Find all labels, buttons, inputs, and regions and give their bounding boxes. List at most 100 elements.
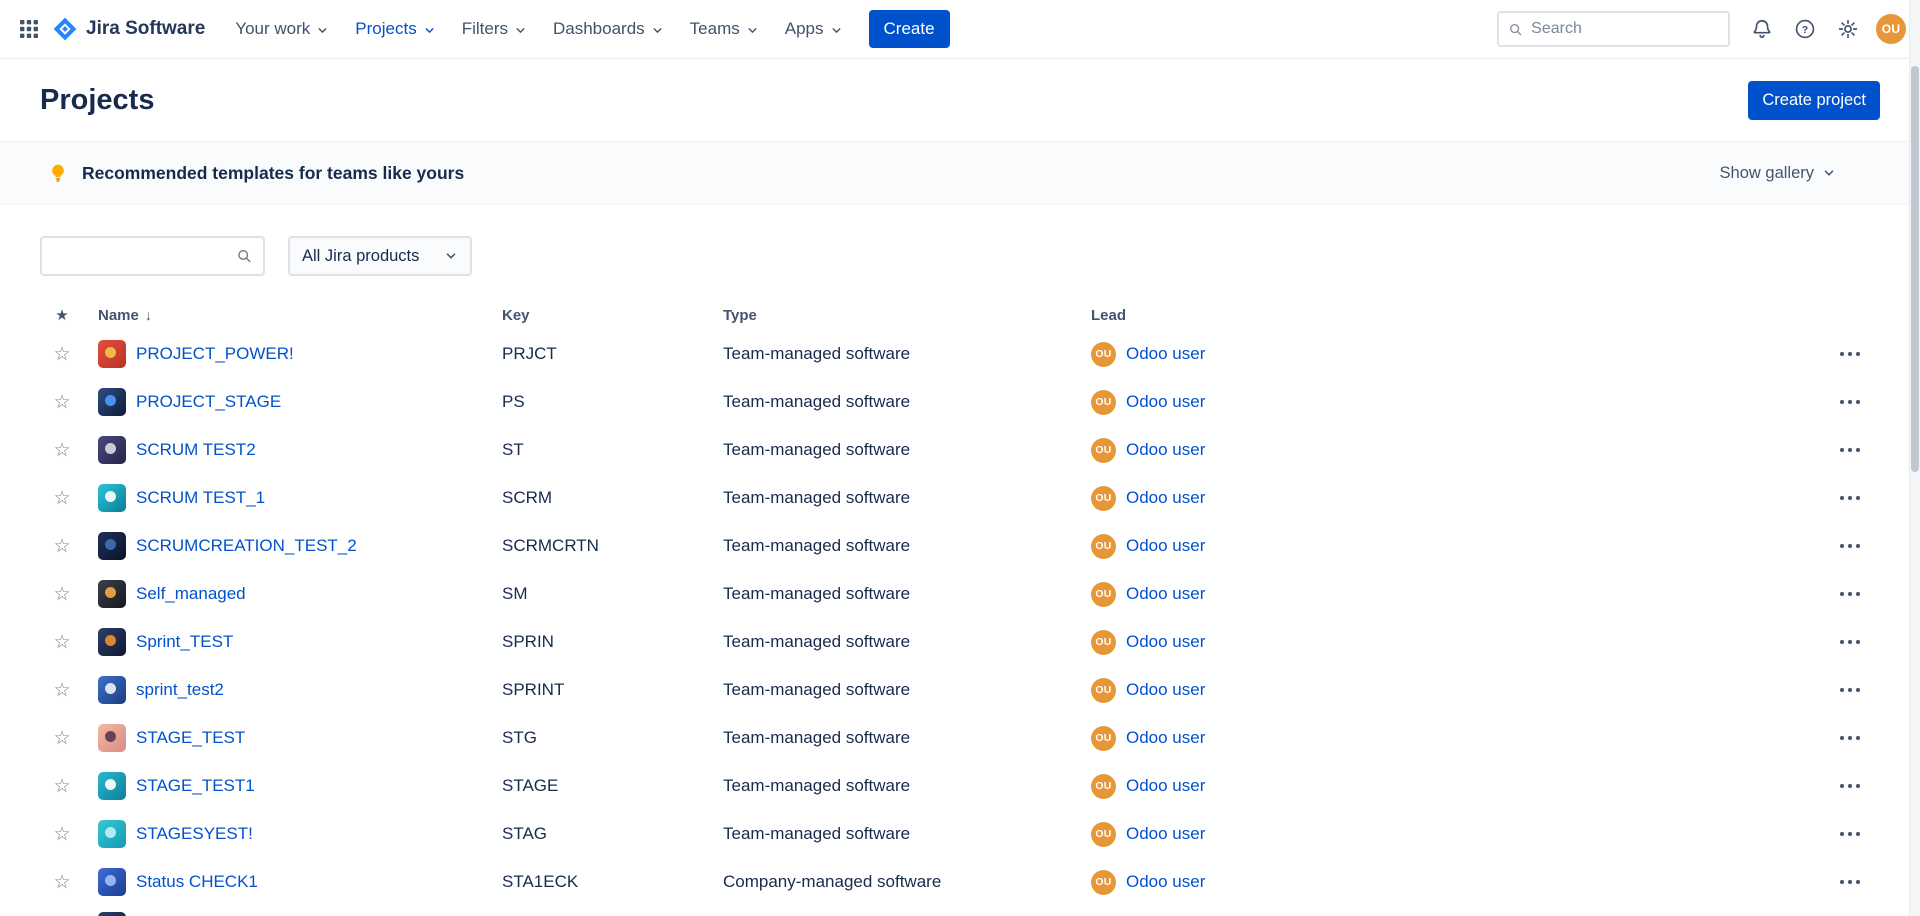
project-avatar bbox=[98, 388, 126, 416]
nav-item-apps[interactable]: Apps bbox=[775, 11, 853, 47]
star-toggle[interactable]: ☆ bbox=[53, 681, 70, 700]
star-toggle[interactable]: ☆ bbox=[53, 729, 70, 748]
project-name-link[interactable]: Status CHECK1 bbox=[136, 872, 258, 892]
star-toggle[interactable]: ☆ bbox=[53, 441, 70, 460]
lead-name-link[interactable]: Odoo user bbox=[1126, 632, 1205, 652]
app-switcher-button[interactable] bbox=[12, 12, 46, 46]
project-name-link[interactable]: SCRUMCREATION_TEST_2 bbox=[136, 536, 357, 556]
project-key: SPRIN bbox=[502, 632, 723, 652]
lead-name-link[interactable]: Odoo user bbox=[1126, 392, 1205, 412]
nav-item-filters[interactable]: Filters bbox=[452, 11, 537, 47]
lead-name-link[interactable]: Odoo user bbox=[1126, 344, 1205, 364]
project-avatar bbox=[98, 340, 126, 368]
project-name-link[interactable]: SCRUM TEST_1 bbox=[136, 488, 265, 508]
star-toggle[interactable]: ☆ bbox=[53, 489, 70, 508]
table-row-partial bbox=[40, 906, 1880, 916]
row-actions-button[interactable] bbox=[1833, 629, 1867, 655]
project-key: ST bbox=[502, 440, 723, 460]
more-icon bbox=[1840, 784, 1845, 789]
more-icon bbox=[1840, 448, 1845, 453]
column-header-lead[interactable]: Lead bbox=[1091, 307, 1820, 324]
lead-name-link[interactable]: Odoo user bbox=[1126, 440, 1205, 460]
sort-desc-icon: ↓ bbox=[145, 307, 152, 323]
star-toggle[interactable]: ☆ bbox=[53, 537, 70, 556]
more-icon bbox=[1840, 880, 1845, 885]
project-name-link[interactable]: Sprint_TEST bbox=[136, 632, 233, 652]
project-key: SM bbox=[502, 584, 723, 604]
brand[interactable]: Jira Software bbox=[46, 16, 217, 42]
project-avatar bbox=[98, 676, 126, 704]
star-toggle[interactable]: ☆ bbox=[53, 345, 70, 364]
grid-icon bbox=[19, 19, 39, 39]
column-header-name[interactable]: Name ↓ bbox=[84, 307, 502, 324]
chevron-down-icon bbox=[444, 249, 458, 263]
lead-name-link[interactable]: Odoo user bbox=[1126, 776, 1205, 796]
star-toggle[interactable]: ☆ bbox=[53, 825, 70, 844]
table-row: ☆ SCRUMCREATION_TEST_2 SCRMCRTN Team-man… bbox=[40, 522, 1880, 570]
star-toggle[interactable]: ☆ bbox=[53, 777, 70, 796]
create-project-button[interactable]: Create project bbox=[1748, 81, 1880, 120]
row-actions-button[interactable] bbox=[1833, 389, 1867, 415]
lead-name-link[interactable]: Odoo user bbox=[1126, 536, 1205, 556]
project-type: Team-managed software bbox=[723, 392, 1091, 412]
nav-item-your-work[interactable]: Your work bbox=[225, 11, 339, 47]
project-name-link[interactable]: sprint_test2 bbox=[136, 680, 224, 700]
row-actions-button[interactable] bbox=[1833, 725, 1867, 751]
lead-name-link[interactable]: Odoo user bbox=[1126, 584, 1205, 604]
help-button[interactable]: ? bbox=[1786, 10, 1824, 48]
lead-name-link[interactable]: Odoo user bbox=[1126, 680, 1205, 700]
project-name-link[interactable]: Self_managed bbox=[136, 584, 246, 604]
project-name-link[interactable]: PROJECT_POWER! bbox=[136, 344, 294, 364]
project-name-link[interactable]: PROJECT_STAGE bbox=[136, 392, 281, 412]
project-name-link[interactable]: STAGESYEST! bbox=[136, 824, 253, 844]
nav-item-dashboards[interactable]: Dashboards bbox=[543, 11, 674, 47]
project-avatar bbox=[98, 820, 126, 848]
notifications-button[interactable] bbox=[1743, 10, 1781, 48]
global-search bbox=[1497, 11, 1730, 47]
project-avatar bbox=[98, 868, 126, 896]
lead-name-link[interactable]: Odoo user bbox=[1126, 872, 1205, 892]
settings-button[interactable] bbox=[1829, 10, 1867, 48]
row-actions-button[interactable] bbox=[1833, 341, 1867, 367]
product-filter-select[interactable]: All Jira products bbox=[288, 236, 472, 276]
table-row: ☆ Status CHECK1 STA1ECK Company-managed … bbox=[40, 858, 1880, 906]
row-actions-button[interactable] bbox=[1833, 869, 1867, 895]
row-actions-button[interactable] bbox=[1833, 677, 1867, 703]
brand-name: Jira Software bbox=[86, 18, 205, 40]
project-search-input[interactable] bbox=[52, 247, 236, 265]
project-type: Team-managed software bbox=[723, 824, 1091, 844]
star-column-header[interactable]: ★ bbox=[40, 306, 84, 324]
project-name-link[interactable]: SCRUM TEST2 bbox=[136, 440, 256, 460]
star-toggle[interactable]: ☆ bbox=[53, 393, 70, 412]
lead-name-link[interactable]: Odoo user bbox=[1126, 824, 1205, 844]
search-input[interactable] bbox=[1531, 20, 1719, 38]
create-button[interactable]: Create bbox=[869, 10, 950, 48]
row-actions-button[interactable] bbox=[1833, 581, 1867, 607]
chevron-down-icon bbox=[830, 24, 843, 37]
nav-item-teams[interactable]: Teams bbox=[680, 11, 769, 47]
row-actions-button[interactable] bbox=[1833, 533, 1867, 559]
column-header-key[interactable]: Key bbox=[502, 307, 723, 324]
star-toggle[interactable]: ☆ bbox=[53, 633, 70, 652]
project-avatar-accent bbox=[105, 683, 116, 694]
star-toggle[interactable]: ☆ bbox=[53, 585, 70, 604]
more-icon bbox=[1840, 496, 1845, 501]
star-toggle[interactable]: ☆ bbox=[53, 873, 70, 892]
lead-name-link[interactable]: Odoo user bbox=[1126, 728, 1205, 748]
lead-name-link[interactable]: Odoo user bbox=[1126, 488, 1205, 508]
chevron-down-icon bbox=[316, 24, 329, 37]
scrollbar-thumb[interactable] bbox=[1911, 66, 1919, 472]
nav-item-projects[interactable]: Projects bbox=[345, 11, 445, 47]
row-actions-button[interactable] bbox=[1833, 485, 1867, 511]
row-actions-button[interactable] bbox=[1833, 773, 1867, 799]
lead-avatar: OU bbox=[1091, 390, 1116, 415]
user-avatar[interactable]: OU bbox=[1876, 14, 1906, 44]
row-actions-button[interactable] bbox=[1833, 437, 1867, 463]
show-gallery-button[interactable]: Show gallery bbox=[1720, 164, 1836, 183]
project-name-link[interactable]: STAGE_TEST bbox=[136, 728, 245, 748]
column-header-type[interactable]: Type bbox=[723, 307, 1091, 324]
chevron-down-icon bbox=[514, 24, 527, 37]
row-actions-button[interactable] bbox=[1833, 821, 1867, 847]
project-key: STAGE bbox=[502, 776, 723, 796]
project-name-link[interactable]: STAGE_TEST1 bbox=[136, 776, 255, 796]
